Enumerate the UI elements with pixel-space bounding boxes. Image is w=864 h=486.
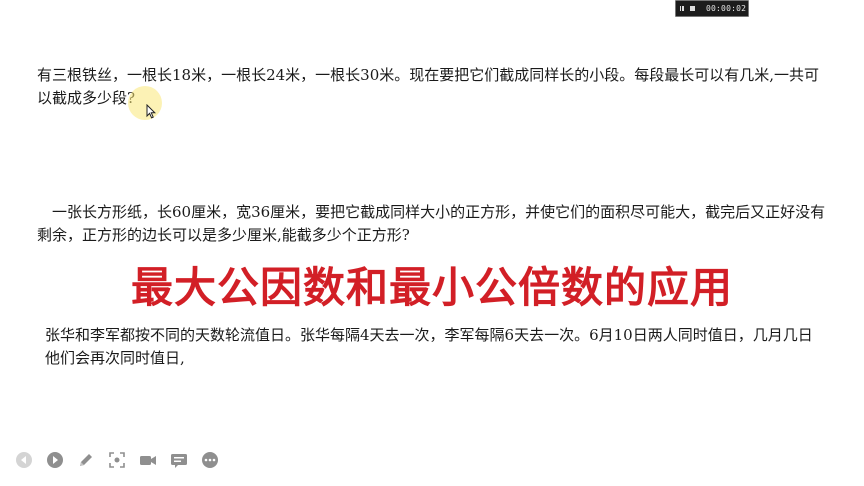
recording-timer: 00:00:02 bbox=[706, 4, 747, 13]
stop-icon[interactable] bbox=[687, 1, 698, 16]
zoom-icon[interactable] bbox=[107, 450, 127, 470]
more-icon[interactable] bbox=[200, 450, 220, 470]
problem-3-text: 张华和李军都按不同的天数轮流值日。张华每隔4天去一次，李军每隔6天去一次。6月1… bbox=[45, 326, 813, 367]
pen-icon[interactable] bbox=[76, 450, 96, 470]
presentation-toolbar bbox=[14, 450, 220, 470]
recording-control-bar: 00:00:02 bbox=[675, 0, 749, 17]
problem-2-text: 一张长方形纸，长60厘米，宽36厘米，要把它截成同样大小的正方形，并使它们的面积… bbox=[37, 203, 826, 244]
pause-icon[interactable] bbox=[676, 1, 687, 16]
previous-icon[interactable] bbox=[14, 450, 34, 470]
mouse-cursor-icon bbox=[146, 104, 156, 119]
camera-icon[interactable] bbox=[138, 450, 158, 470]
slide-headline: 最大公因数和最小公倍数的应用 bbox=[130, 263, 733, 312]
subtitles-icon[interactable] bbox=[169, 450, 189, 470]
cursor-highlight bbox=[128, 86, 162, 120]
next-icon[interactable] bbox=[45, 450, 65, 470]
